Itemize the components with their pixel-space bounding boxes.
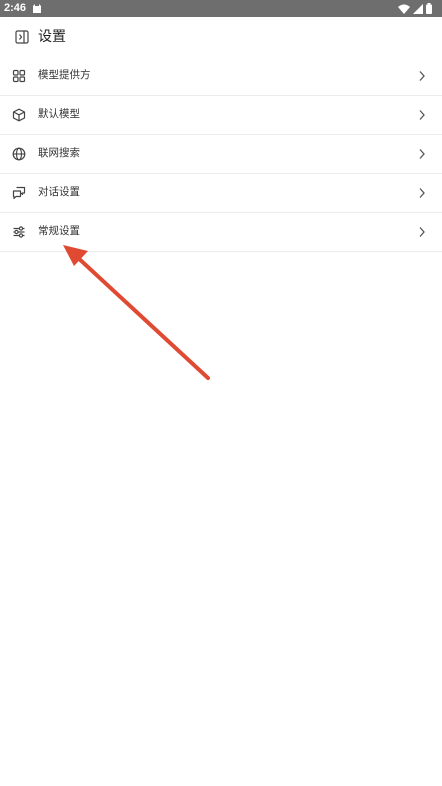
status-bar: 2:46: [0, 0, 442, 17]
sliders-icon: [13, 226, 25, 238]
settings-item-web-search[interactable]: 联网搜索: [0, 135, 442, 174]
cell-signal-icon: [413, 3, 423, 14]
grid-icon: [12, 69, 26, 83]
cube-icon: [12, 108, 26, 122]
page-title: 设置: [38, 29, 66, 45]
settings-item-general-settings[interactable]: 常规设置: [0, 213, 442, 252]
sidebar-toggle-icon[interactable]: [15, 30, 29, 44]
annotation-arrow-shaft: [74, 254, 210, 380]
settings-item-label: 联网搜索: [38, 147, 80, 159]
settings-item-label: 模型提供方: [38, 69, 91, 81]
status-indicators: [398, 2, 432, 15]
globe-icon: [12, 147, 26, 161]
chevron-right-icon: [419, 188, 425, 198]
wifi-icon: [398, 4, 410, 14]
settings-list: 模型提供方 默认模型 联网搜索 对话设置 常规设置: [0, 57, 442, 252]
notification-app-icon: [33, 4, 41, 13]
battery-icon: [426, 3, 432, 14]
settings-item-chat-settings[interactable]: 对话设置: [0, 174, 442, 213]
app-header: 设置: [0, 17, 442, 58]
chevron-right-icon: [419, 227, 425, 237]
chevron-right-icon: [419, 149, 425, 159]
chevron-right-icon: [419, 110, 425, 120]
settings-item-default-model[interactable]: 默认模型: [0, 96, 442, 135]
settings-item-model-provider[interactable]: 模型提供方: [0, 57, 442, 96]
settings-item-label: 常规设置: [38, 225, 80, 237]
settings-item-label: 默认模型: [38, 108, 80, 120]
settings-item-label: 对话设置: [38, 186, 80, 198]
chevron-right-icon: [419, 71, 425, 81]
chat-bubbles-icon: [12, 186, 26, 200]
status-time: 2:46: [4, 2, 27, 14]
